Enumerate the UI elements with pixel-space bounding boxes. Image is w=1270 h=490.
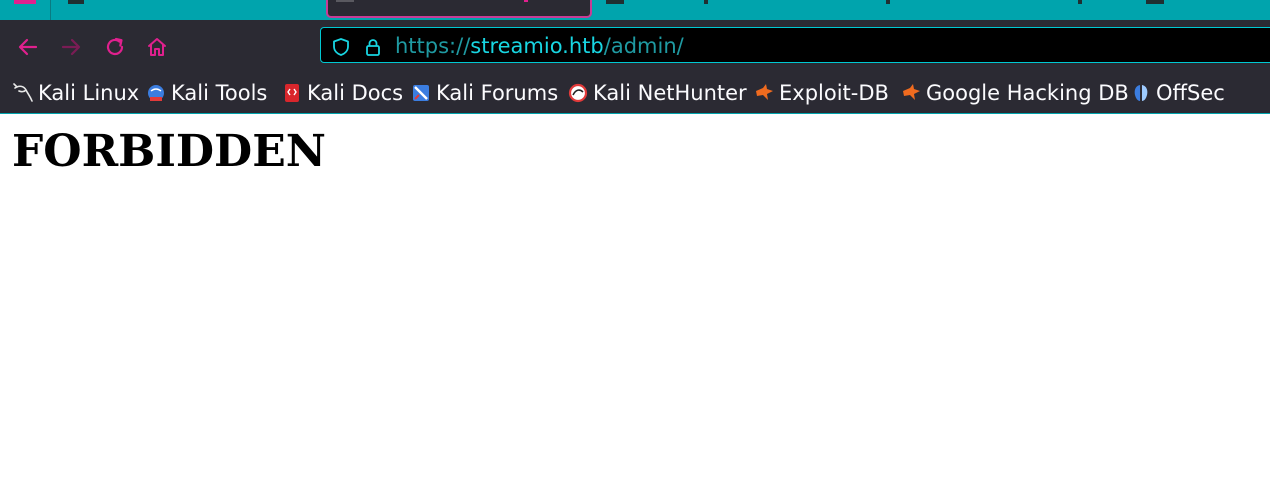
tracking-protection-shield-icon[interactable] bbox=[331, 37, 351, 57]
back-button[interactable] bbox=[13, 32, 43, 62]
bookmark-label: Kali Forums bbox=[436, 81, 559, 105]
tab-title-fragment bbox=[1078, 0, 1082, 4]
bookmarks-toolbar: Kali Linux Kali Tools Kali Docs Kali For… bbox=[0, 72, 1270, 114]
arrow-right-icon bbox=[61, 38, 81, 56]
tab-favicon-fragment[interactable] bbox=[606, 0, 624, 4]
menu-icon[interactable] bbox=[14, 0, 36, 4]
page-content: FORBIDDEN bbox=[0, 114, 1270, 490]
kali-dragon-icon bbox=[13, 83, 33, 103]
bookmark-kali-linux[interactable]: Kali Linux bbox=[13, 78, 139, 108]
bookmark-kali-docs[interactable]: Kali Docs bbox=[282, 78, 403, 108]
forward-button[interactable] bbox=[56, 32, 86, 62]
url-path: /admin/ bbox=[603, 34, 684, 58]
bookmark-exploit-db[interactable]: Exploit-DB bbox=[754, 78, 889, 108]
bookmark-label: Kali Tools bbox=[171, 81, 268, 105]
tab-favicon-fragment[interactable] bbox=[1146, 0, 1164, 4]
home-icon bbox=[148, 38, 166, 56]
kali-docs-icon bbox=[282, 83, 302, 103]
tab-title-fragment bbox=[524, 0, 528, 2]
tab-title-fragment bbox=[886, 0, 890, 4]
bookmark-kali-tools[interactable]: Kali Tools bbox=[146, 78, 267, 108]
kali-forums-icon bbox=[411, 83, 431, 103]
bookmark-offsec[interactable]: OffSec bbox=[1131, 78, 1225, 108]
bookmark-label: Kali Docs bbox=[307, 81, 404, 105]
tab-title-fragment bbox=[704, 0, 708, 4]
exploit-db-icon bbox=[901, 83, 921, 103]
exploit-db-icon bbox=[754, 83, 774, 103]
bookmark-label: Kali Linux bbox=[38, 81, 140, 105]
reload-icon bbox=[106, 37, 124, 56]
bookmark-kali-nethunter[interactable]: Kali NetHunter bbox=[568, 78, 747, 108]
arrow-left-icon bbox=[18, 38, 38, 56]
bookmark-google-hacking-db[interactable]: Google Hacking DB bbox=[901, 78, 1129, 108]
tab-favicon-fragment[interactable] bbox=[68, 0, 84, 4]
url-scheme: https:// bbox=[395, 34, 471, 58]
url-text[interactable]: https://streamio.htb/admin/ bbox=[395, 33, 684, 59]
padlock-icon[interactable] bbox=[363, 37, 383, 57]
bookmark-label: Kali NetHunter bbox=[593, 81, 747, 105]
tab-favicon-fragment bbox=[336, 0, 354, 2]
tab-active[interactable] bbox=[326, 0, 592, 18]
page-heading: FORBIDDEN bbox=[12, 126, 326, 177]
kali-tools-icon bbox=[146, 83, 166, 103]
bookmark-label: OffSec bbox=[1156, 81, 1225, 105]
bookmark-label: Google Hacking DB bbox=[926, 81, 1129, 105]
bookmark-kali-forums[interactable]: Kali Forums bbox=[411, 78, 558, 108]
bookmark-label: Exploit-DB bbox=[779, 81, 889, 105]
navigation-toolbar: https://streamio.htb/admin/ bbox=[0, 20, 1270, 72]
reload-button[interactable] bbox=[100, 32, 130, 62]
tab-separator bbox=[50, 0, 51, 20]
address-bar[interactable]: https://streamio.htb/admin/ bbox=[320, 27, 1270, 63]
kali-nethunter-icon bbox=[568, 83, 588, 103]
home-button[interactable] bbox=[142, 32, 172, 62]
url-host: streamio.htb bbox=[470, 34, 604, 58]
tab-strip bbox=[0, 0, 1270, 20]
offsec-icon bbox=[1131, 83, 1151, 103]
